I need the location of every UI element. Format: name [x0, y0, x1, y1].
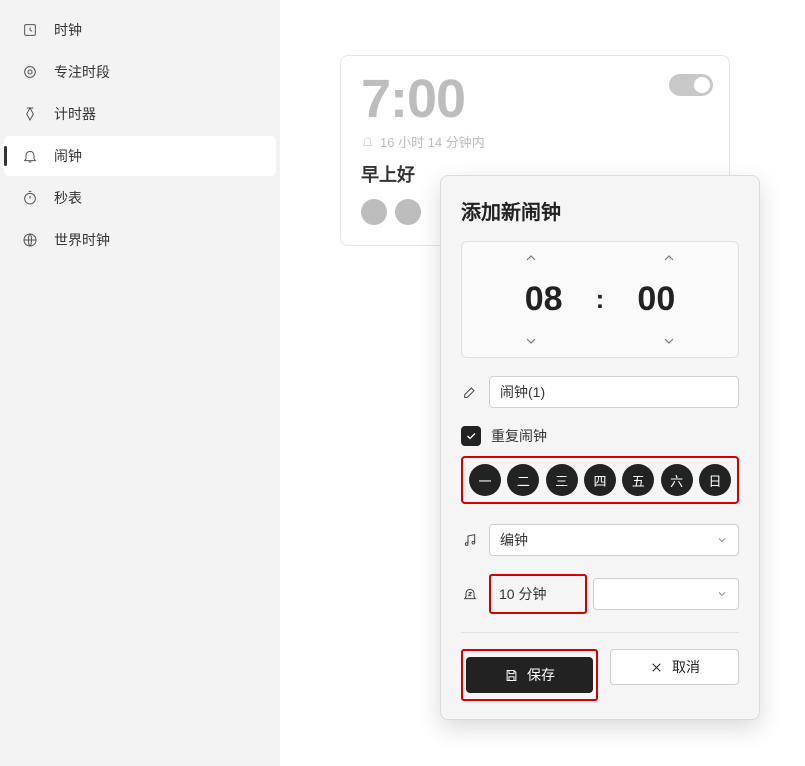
sidebar-item-world-clock[interactable]: 世界时钟: [4, 220, 276, 260]
alarm-time-until: 16 小时 14 分钟内: [361, 132, 709, 151]
save-highlight: 保存: [461, 649, 598, 701]
sidebar-item-focus[interactable]: 专注时段: [4, 52, 276, 92]
close-icon: [649, 660, 664, 675]
sidebar-item-label: 秒表: [54, 188, 82, 208]
sound-select[interactable]: 编钟: [489, 524, 739, 556]
save-icon: [504, 668, 519, 683]
alarm-toggle[interactable]: [669, 74, 713, 96]
repeat-row: 重复闹钟: [461, 426, 739, 446]
alarm-day-dot: [361, 199, 387, 225]
dialog-title: 添加新闹钟: [461, 196, 739, 225]
day-chip-mon[interactable]: 一: [469, 464, 501, 496]
minute-value[interactable]: 00: [624, 280, 688, 319]
alarm-time: 7:00: [361, 72, 709, 126]
sidebar-item-timer[interactable]: 计时器: [4, 94, 276, 134]
repeat-label: 重复闹钟: [491, 426, 547, 446]
sidebar-item-clock[interactable]: 时钟: [4, 10, 276, 50]
minute-down-icon[interactable]: [661, 333, 677, 349]
days-selector: 一 二 三 四 五 六 日: [461, 456, 739, 504]
focus-icon: [20, 62, 40, 82]
sidebar-item-label: 专注时段: [54, 62, 110, 82]
check-icon: [465, 430, 477, 442]
stopwatch-icon: [20, 188, 40, 208]
sidebar-item-label: 闹钟: [54, 146, 82, 166]
day-chip-fri[interactable]: 五: [622, 464, 654, 496]
repeat-checkbox[interactable]: [461, 426, 481, 446]
world-clock-icon: [20, 230, 40, 250]
hour-down-icon[interactable]: [523, 333, 539, 349]
snooze-row: 10 分钟: [461, 574, 739, 614]
minute-up-icon[interactable]: [661, 250, 677, 266]
snooze-highlight: 10 分钟: [489, 574, 587, 614]
hour-up-icon[interactable]: [523, 250, 539, 266]
edit-icon: [461, 383, 479, 401]
chevron-down-icon: [716, 588, 728, 600]
day-chip-tue[interactable]: 二: [507, 464, 539, 496]
timer-icon: [20, 104, 40, 124]
alarm-day-dot: [395, 199, 421, 225]
day-chip-sat[interactable]: 六: [661, 464, 693, 496]
day-chip-wed[interactable]: 三: [546, 464, 578, 496]
time-colon: :: [596, 284, 605, 315]
snooze-select-inner[interactable]: 10 分钟: [493, 578, 583, 610]
sidebar-item-alarm[interactable]: 闹钟: [4, 136, 276, 176]
alarm-name-row: 闹钟(1): [461, 376, 739, 408]
sound-row: 编钟: [461, 524, 739, 556]
day-chip-sun[interactable]: 日: [699, 464, 731, 496]
add-alarm-dialog: 添加新闹钟 08 : 00 闹钟(1): [440, 175, 760, 720]
sidebar-item-label: 时钟: [54, 20, 82, 40]
snooze-select[interactable]: [593, 578, 739, 610]
snooze-icon: [461, 585, 479, 603]
day-chip-thu[interactable]: 四: [584, 464, 616, 496]
save-button[interactable]: 保存: [466, 657, 593, 693]
time-picker: 08 : 00: [461, 241, 739, 358]
alarm-icon: [20, 146, 40, 166]
dialog-buttons: 保存 取消: [461, 632, 739, 701]
alarm-name-input[interactable]: 闹钟(1): [489, 376, 739, 408]
clock-icon: [20, 20, 40, 40]
sidebar-item-stopwatch[interactable]: 秒表: [4, 178, 276, 218]
sidebar-item-label: 世界时钟: [54, 230, 110, 250]
chevron-down-icon: [716, 534, 728, 546]
hour-value[interactable]: 08: [512, 280, 576, 319]
main-content: 7:00 16 小时 14 分钟内 早上好 添加新闹钟 08 : 00: [280, 0, 805, 766]
bell-icon: [361, 135, 374, 148]
cancel-button[interactable]: 取消: [610, 649, 739, 685]
music-icon: [461, 531, 479, 549]
sidebar-item-label: 计时器: [54, 104, 96, 124]
sidebar: 时钟 专注时段 计时器 闹钟 秒表 世界时钟: [0, 0, 280, 766]
